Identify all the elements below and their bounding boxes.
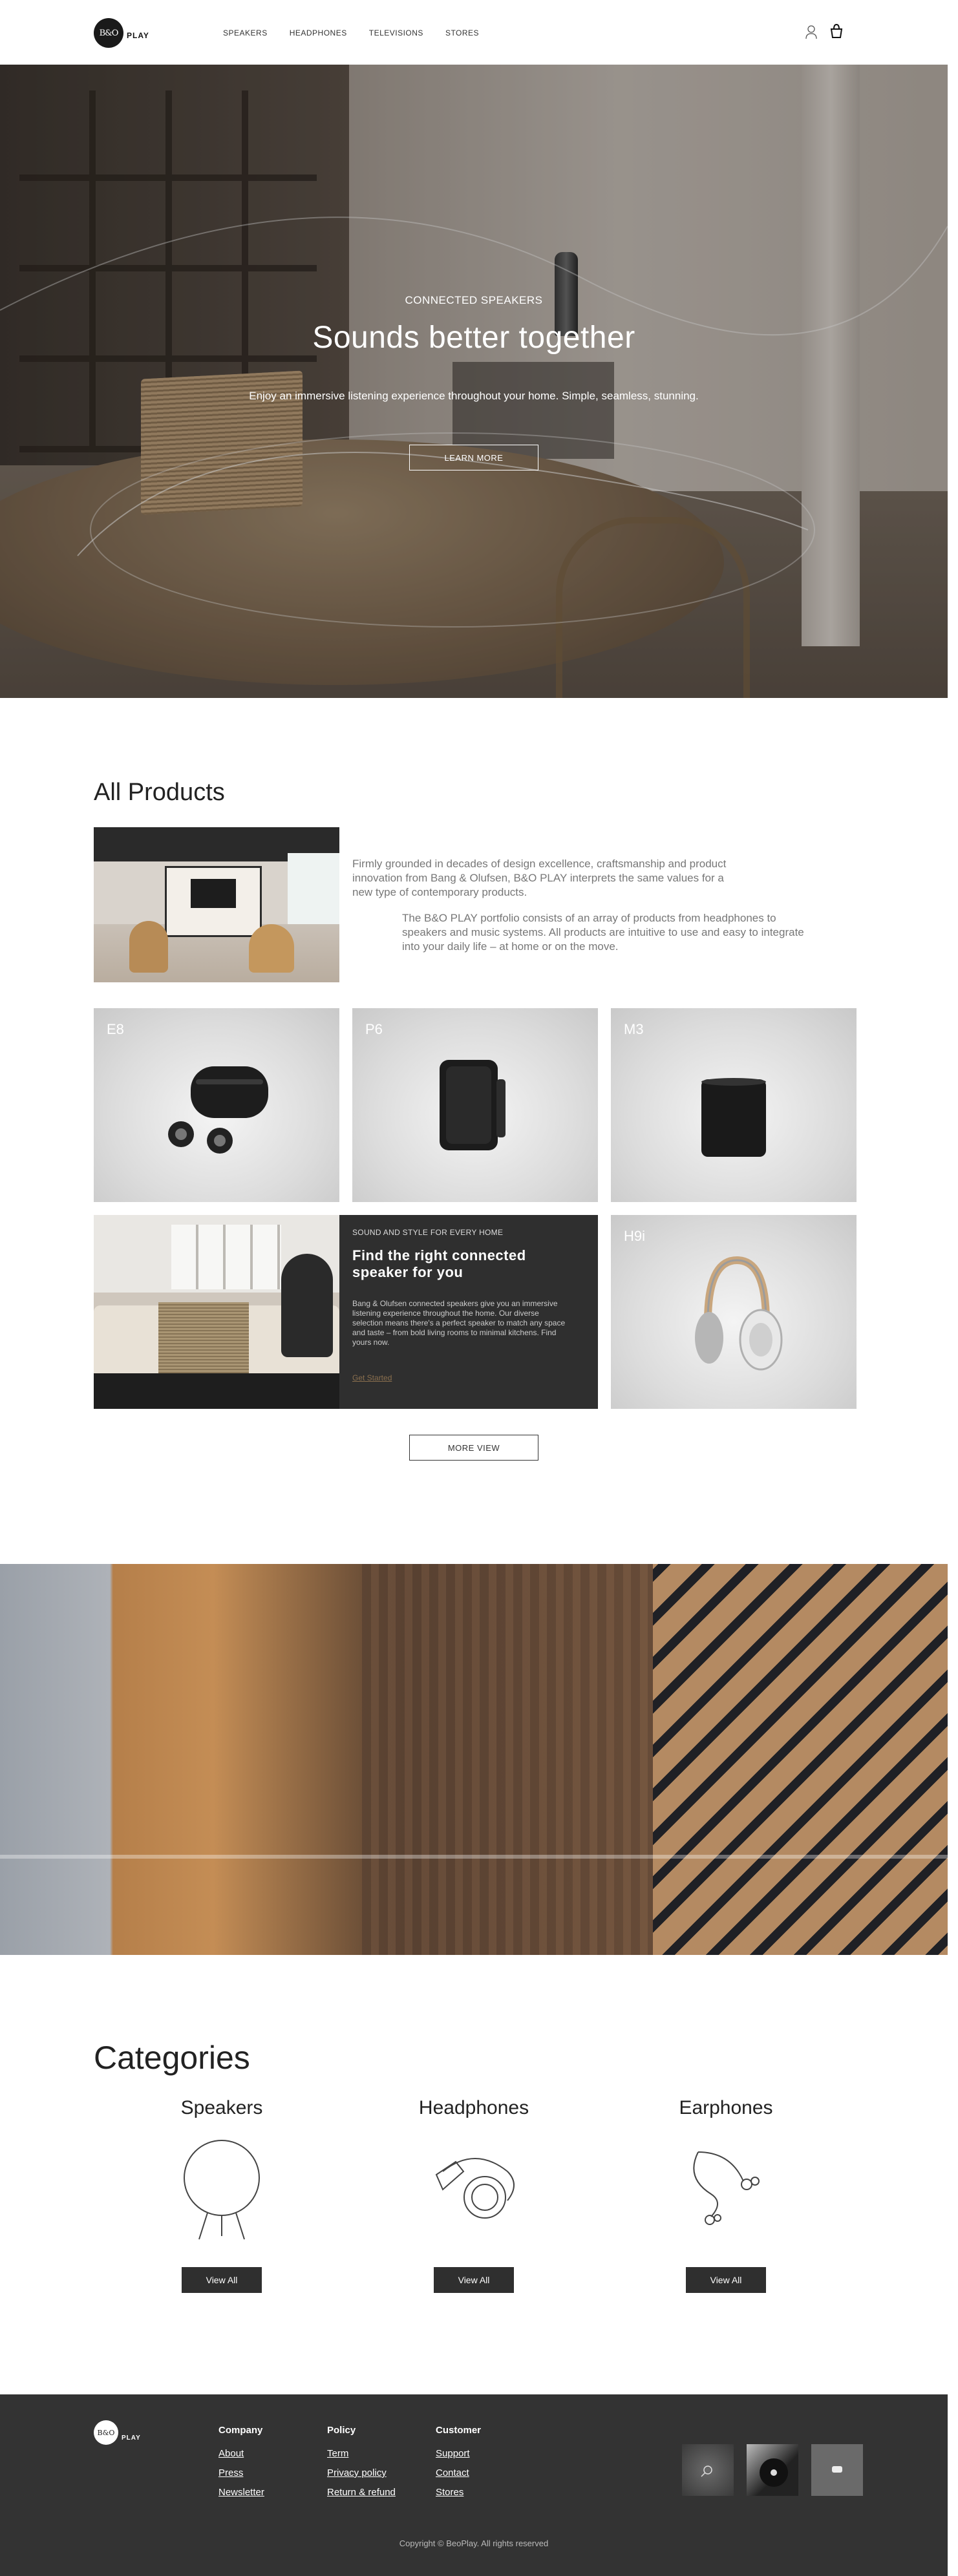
feature-eyebrow: SOUND AND STYLE FOR EVERY HOME (352, 1228, 504, 1237)
products-intro-1: Firmly grounded in decades of design exc… (352, 858, 727, 898)
hero-text: Enjoy an immersive listening experience … (249, 390, 699, 402)
product-label: M3 (624, 1021, 644, 1037)
footer-link-about[interactable]: About (218, 2448, 244, 2459)
product-card-p6[interactable]: P6 (352, 1008, 598, 1202)
footer-logo-text: PLAY (122, 2434, 141, 2442)
speaker-grille-icon (701, 2465, 712, 2477)
nav-speakers[interactable]: SPEAKERS (223, 28, 268, 37)
view-all-speakers-button[interactable]: View All (182, 2267, 262, 2293)
nav-stores[interactable]: STORES (445, 28, 479, 37)
copyright-text: Copyright © BeoPlay. All rights reserved (399, 2539, 549, 2548)
hero-title: Sounds better together (312, 321, 635, 355)
product-card-h9i[interactable]: H9i (611, 1215, 857, 1409)
footer-link-support[interactable]: Support (436, 2448, 470, 2459)
view-all-headphones-button[interactable]: View All (434, 2267, 514, 2293)
brand-logo[interactable]: B&O (94, 18, 123, 48)
more-view-button[interactable]: MORE VIEW (409, 1435, 538, 1461)
footer-link-contact[interactable]: Contact (436, 2467, 469, 2478)
main-nav: SPEAKERS HEADPHONES TELEVISIONS STORES (223, 28, 501, 37)
showroom-image (94, 827, 339, 982)
wireless-speaker-icon (701, 1078, 766, 1157)
feature-title: Find the right connected speaker for you (352, 1247, 526, 1280)
get-started-link[interactable]: Get Started (352, 1373, 392, 1382)
nav-televisions[interactable]: TELEVISIONS (369, 28, 423, 37)
footer-link-stores[interactable]: Stores (436, 2487, 463, 2498)
categories-title: Categories (94, 2040, 250, 2076)
footer-link-term[interactable]: Term (327, 2448, 348, 2459)
footer-heading-policy: Policy (327, 2425, 356, 2436)
footer-link-privacy[interactable]: Privacy policy (327, 2467, 387, 2478)
turntable-icon (760, 2458, 788, 2487)
footer-thumbnail-2[interactable] (747, 2444, 798, 2496)
footer-thumbnail-3[interactable] (811, 2444, 863, 2496)
feature-text: Bang & Olufsen connected speakers give y… (352, 1299, 566, 1347)
footer-link-press[interactable]: Press (218, 2467, 243, 2478)
product-label: P6 (365, 1021, 383, 1037)
earphones-icon (693, 2151, 760, 2225)
category-earphones-title: Earphones (679, 2097, 773, 2118)
footer-link-return[interactable]: Return & refund (327, 2487, 396, 2498)
portable-speaker-icon (440, 1060, 506, 1150)
headphones-product-icon (695, 1256, 783, 1371)
category-speakers-title: Speakers (180, 2097, 263, 2118)
feature-image (94, 1215, 339, 1409)
shopping-bag-icon[interactable] (829, 23, 844, 39)
footer-heading-customer: Customer (436, 2425, 482, 2436)
learn-more-button[interactable]: LEARN MORE (409, 445, 538, 470)
hero-eyebrow: CONNECTED SPEAKERS (405, 294, 543, 306)
earbuds-icon (168, 1066, 268, 1154)
logo-mark: B&O (99, 28, 119, 38)
footer-link-newsletter[interactable]: Newsletter (218, 2487, 264, 2498)
footer-heading-company: Company (218, 2425, 263, 2436)
footer-logo-mark: B&O (97, 2428, 115, 2437)
hero-banner (0, 65, 948, 698)
footer-thumbnail-1[interactable] (682, 2444, 734, 2496)
products-title: All Products (94, 779, 225, 806)
site-footer (0, 2394, 948, 2576)
category-headphones-title: Headphones (418, 2097, 529, 2118)
product-label: E8 (107, 1021, 124, 1037)
view-all-earphones-button[interactable]: View All (686, 2267, 766, 2293)
logo-text: PLAY (127, 31, 149, 40)
headphones-icon (435, 2158, 515, 2219)
product-card-e8[interactable]: E8 (94, 1008, 339, 1202)
product-label: H9i (624, 1228, 646, 1244)
footer-logo[interactable]: B&O (94, 2420, 118, 2445)
products-intro-2: The B&O PLAY portfolio consists of an ar… (402, 912, 804, 953)
user-icon[interactable] (805, 25, 818, 40)
product-card-m3[interactable]: M3 (611, 1008, 857, 1202)
speaker-icon (184, 2140, 260, 2240)
nav-headphones[interactable]: HEADPHONES (290, 28, 347, 37)
speaker-closeup-image (0, 1564, 948, 1955)
remote-icon (832, 2466, 842, 2473)
hero-overlay (0, 65, 948, 698)
